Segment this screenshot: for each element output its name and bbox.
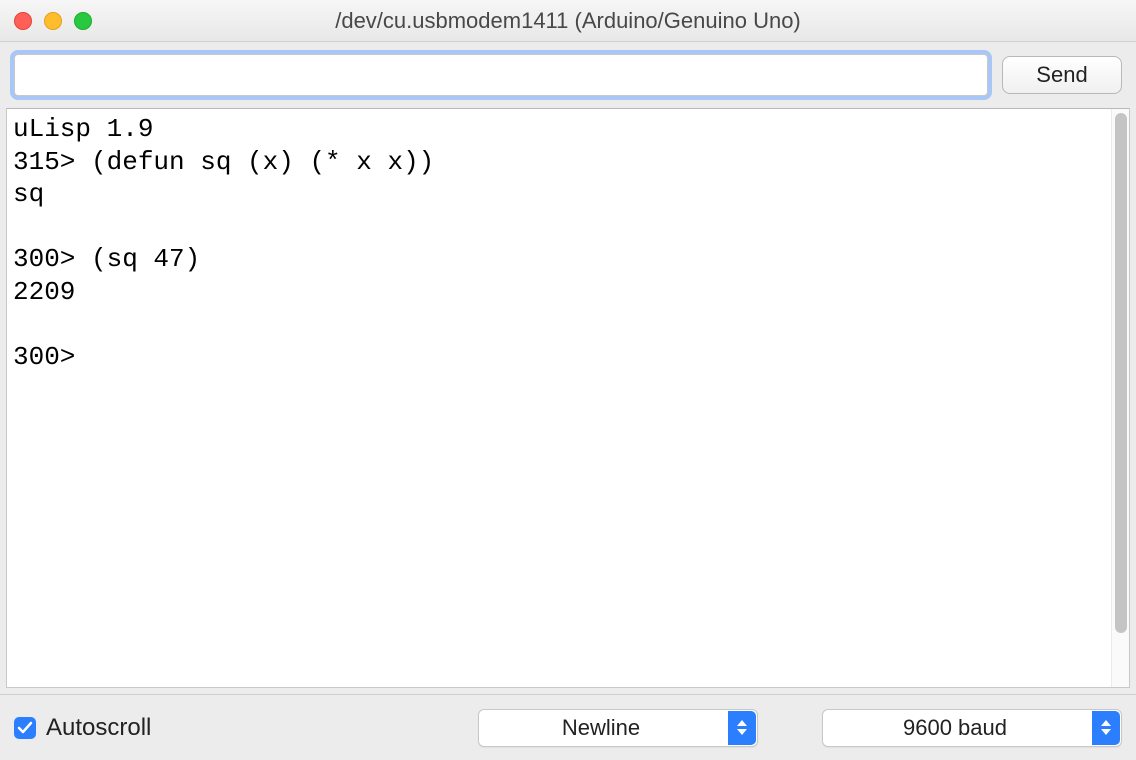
autoscroll-option[interactable]: Autoscroll bbox=[14, 714, 458, 742]
autoscroll-checkbox[interactable] bbox=[14, 717, 36, 739]
maximize-icon[interactable] bbox=[74, 12, 92, 30]
console-area: uLisp 1.9 315> (defun sq (x) (* x x)) sq… bbox=[6, 108, 1130, 688]
console-output: uLisp 1.9 315> (defun sq (x) (* x x)) sq… bbox=[7, 109, 1111, 687]
window-title: /dev/cu.usbmodem1411 (Arduino/Genuino Un… bbox=[0, 8, 1136, 34]
line-ending-value: Newline bbox=[562, 715, 640, 741]
chevron-updown-icon bbox=[728, 711, 756, 745]
minimize-icon[interactable] bbox=[44, 12, 62, 30]
scrollbar[interactable] bbox=[1111, 109, 1129, 687]
baud-rate-select[interactable]: 9600 baud bbox=[822, 709, 1122, 747]
chevron-updown-icon bbox=[1092, 711, 1120, 745]
scrollbar-thumb[interactable] bbox=[1115, 113, 1127, 633]
autoscroll-label: Autoscroll bbox=[46, 714, 151, 742]
window-controls bbox=[0, 12, 92, 30]
bottombar: Autoscroll Newline 9600 baud bbox=[0, 694, 1136, 760]
send-button[interactable]: Send bbox=[1002, 56, 1122, 94]
baud-rate-value: 9600 baud bbox=[903, 715, 1007, 741]
titlebar: /dev/cu.usbmodem1411 (Arduino/Genuino Un… bbox=[0, 0, 1136, 42]
line-ending-select[interactable]: Newline bbox=[478, 709, 758, 747]
check-icon bbox=[17, 720, 33, 736]
close-icon[interactable] bbox=[14, 12, 32, 30]
toolbar: Send bbox=[0, 42, 1136, 108]
command-input[interactable] bbox=[14, 54, 988, 96]
